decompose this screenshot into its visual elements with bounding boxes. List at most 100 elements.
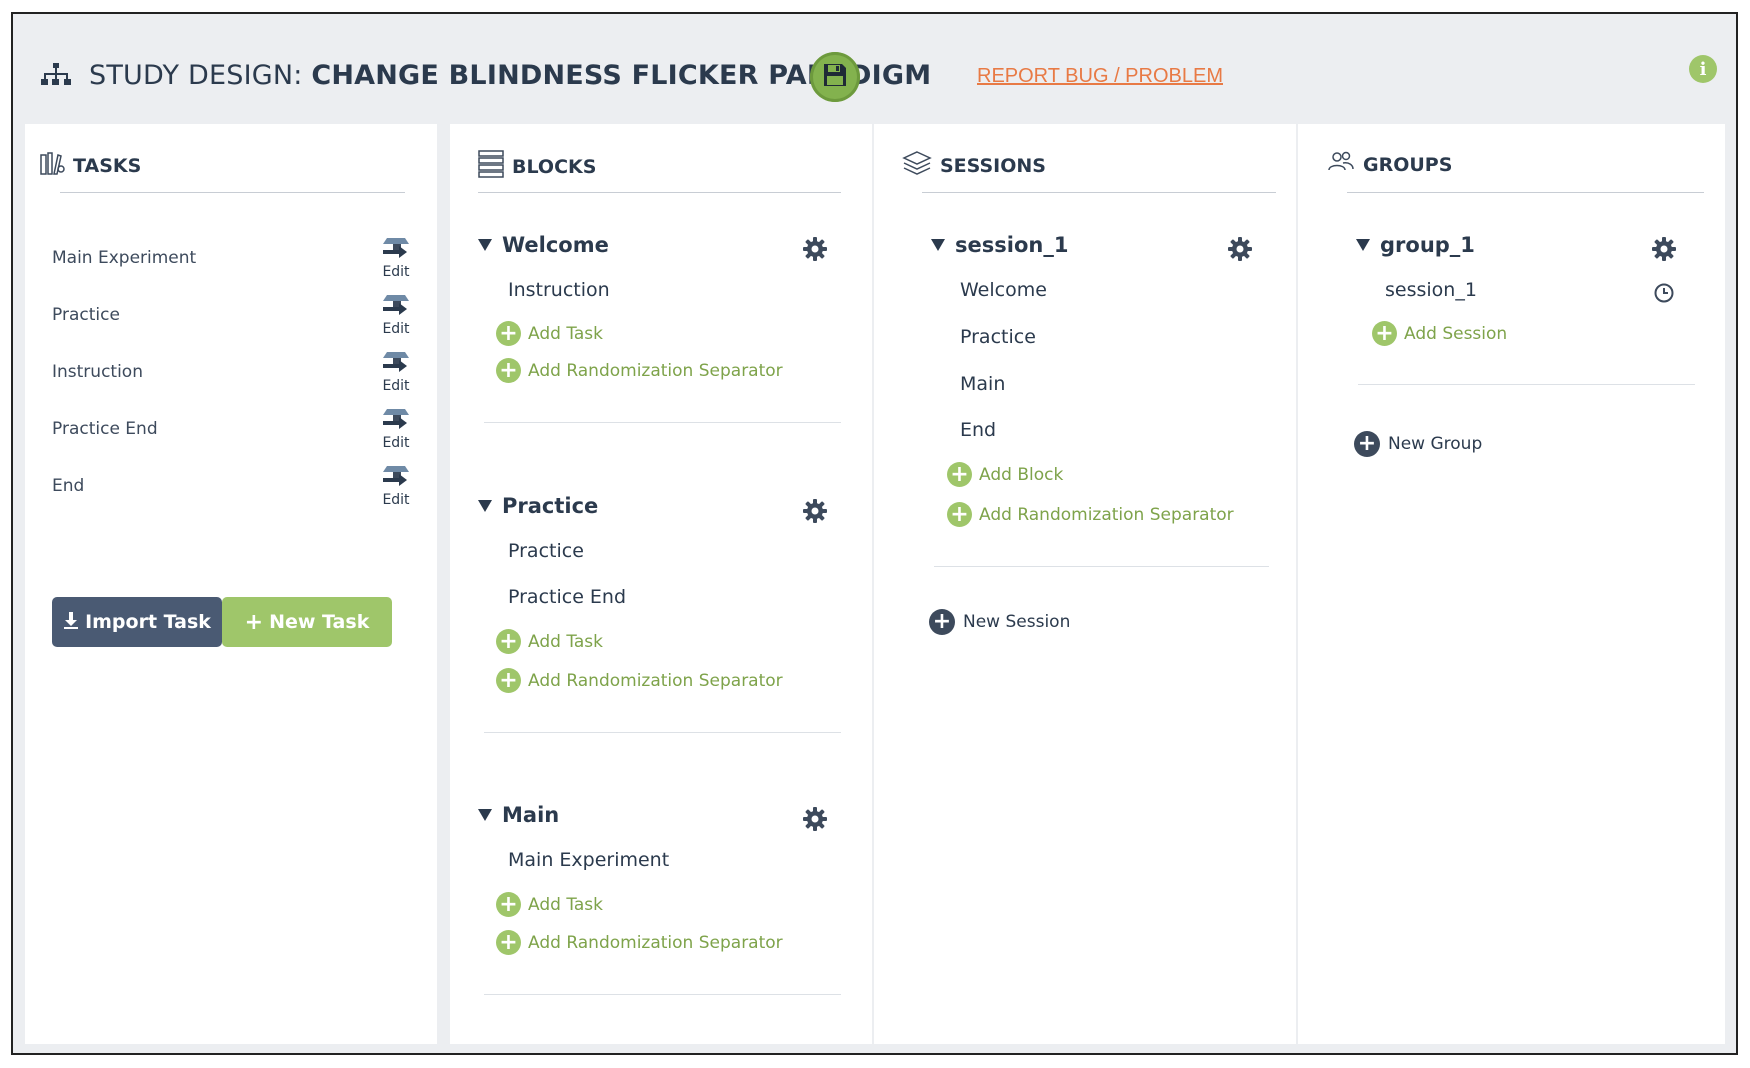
edit-label: Edit [382, 378, 410, 394]
new-task-label: New Task [269, 611, 370, 633]
import-task-label: Import Task [85, 611, 211, 633]
collapse-triangle-icon [931, 239, 945, 251]
block-item: Main Experiment [508, 849, 670, 871]
plus-circle-icon: + [496, 358, 521, 383]
block-practice-header[interactable]: Practice [478, 494, 598, 518]
task-item-practice-end: Practice End [52, 419, 158, 439]
gear-icon[interactable] [802, 498, 828, 524]
header: STUDY DESIGN: CHANGE BLINDNESS FLICKER P… [13, 14, 1736, 124]
block-item: Instruction [508, 279, 610, 301]
task-item-practice: Practice [52, 305, 120, 325]
blocks-icon [478, 150, 504, 183]
session-header[interactable]: session_1 [931, 233, 1068, 257]
divider [484, 422, 841, 423]
plus-circle-icon: + [496, 930, 521, 955]
new-task-button[interactable]: + New Task [222, 597, 392, 647]
add-task-button[interactable]: + Add Task [496, 321, 603, 346]
collapse-triangle-icon [478, 809, 492, 821]
info-icon[interactable]: i [1689, 55, 1717, 83]
add-block-label: Add Block [979, 464, 1064, 485]
tasks-heading-label: TASKS [73, 154, 142, 177]
plus-circle-icon: + [947, 462, 972, 487]
new-group-label: New Group [1388, 434, 1483, 454]
task-item-main-experiment: Main Experiment [52, 248, 197, 268]
import-task-button[interactable]: Import Task [52, 597, 222, 647]
session-block-item: End [960, 419, 997, 441]
plus-circle-icon: + [496, 892, 521, 917]
edit-task-button[interactable]: Edit [378, 293, 414, 343]
block-name: Main [502, 803, 560, 827]
new-group-button[interactable]: + New Group [1354, 431, 1482, 457]
plus-circle-icon: + [947, 502, 972, 527]
session-block-item: Main [960, 373, 1006, 395]
report-bug-link[interactable]: REPORT BUG / PROBLEM [977, 65, 1223, 88]
divider [922, 192, 1276, 193]
add-session-button[interactable]: + Add Session [1372, 321, 1507, 346]
collapse-triangle-icon [478, 500, 492, 512]
download-icon [63, 611, 79, 634]
add-separator-button[interactable]: + Add Randomization Separator [496, 358, 783, 383]
users-icon [1327, 150, 1355, 179]
group-header[interactable]: group_1 [1356, 233, 1475, 257]
gear-icon[interactable] [802, 236, 828, 262]
add-session-label: Add Session [1404, 323, 1508, 344]
session-block-item: Welcome [960, 279, 1047, 301]
sessions-heading-label: SESSIONS [940, 154, 1046, 177]
edit-task-button[interactable]: Edit [378, 236, 414, 286]
block-main-header[interactable]: Main [478, 803, 559, 827]
task-item-end: End [52, 476, 85, 496]
divider [484, 994, 841, 995]
add-separator-label: Add Randomization Separator [528, 670, 783, 691]
block-welcome-header[interactable]: Welcome [478, 233, 609, 257]
floppy-disk-icon [822, 62, 848, 92]
collapse-triangle-icon [478, 239, 492, 251]
sessions-heading: SESSIONS [902, 150, 1046, 181]
add-separator-label: Add Randomization Separator [979, 504, 1234, 525]
sessions-panel: SESSIONS session_1 Welcome Practice Main… [874, 124, 1296, 1044]
edit-task-button[interactable]: Edit [378, 350, 414, 400]
divider [1347, 192, 1704, 193]
add-task-button[interactable]: + Add Task [496, 892, 603, 917]
tasks-panel: TASKS Main Experiment Practice Instructi… [25, 124, 437, 1044]
edit-label: Edit [382, 321, 410, 337]
add-separator-label: Add Randomization Separator [528, 932, 783, 953]
add-separator-label: Add Randomization Separator [528, 360, 783, 381]
add-separator-button[interactable]: + Add Randomization Separator [496, 930, 783, 955]
gear-icon[interactable] [1227, 236, 1253, 262]
task-item-instruction: Instruction [52, 362, 143, 382]
blocks-heading-label: BLOCKS [512, 155, 597, 178]
divider [484, 732, 841, 733]
divider [934, 566, 1269, 567]
plus-circle-icon: + [929, 609, 955, 635]
edit-task-button[interactable]: Edit [378, 407, 414, 457]
groups-heading: GROUPS [1327, 150, 1452, 179]
page-title: STUDY DESIGN: CHANGE BLINDNESS FLICKER P… [89, 60, 931, 91]
groups-panel: GROUPS group_1 session_1 + Add Session +… [1298, 124, 1725, 1044]
collapse-triangle-icon [1356, 239, 1370, 251]
layers-icon [902, 150, 932, 181]
add-separator-button[interactable]: + Add Randomization Separator [496, 668, 783, 693]
add-task-button[interactable]: + Add Task [496, 629, 603, 654]
clock-icon[interactable] [1653, 282, 1675, 304]
new-session-button[interactable]: + New Session [929, 609, 1070, 635]
gear-icon[interactable] [1651, 236, 1677, 262]
divider [478, 192, 841, 193]
edit-task-button[interactable]: Edit [378, 464, 414, 514]
sitemap-icon [40, 61, 72, 91]
add-task-label: Add Task [528, 894, 604, 915]
add-separator-button[interactable]: + Add Randomization Separator [947, 502, 1234, 527]
plus-icon: + [244, 609, 264, 635]
group-name: group_1 [1380, 233, 1475, 257]
blocks-panel: BLOCKS Welcome Instruction + Add Task + … [450, 124, 872, 1044]
edit-label: Edit [382, 492, 410, 508]
plus-circle-icon: + [496, 321, 521, 346]
groups-heading-label: GROUPS [1363, 153, 1453, 176]
session-block-item: Practice [960, 326, 1036, 348]
block-name: Practice [502, 494, 599, 518]
save-button[interactable] [810, 52, 860, 102]
group-session-item: session_1 [1385, 279, 1477, 301]
divider [60, 192, 405, 193]
add-block-button[interactable]: + Add Block [947, 462, 1063, 487]
block-name: Welcome [502, 233, 609, 257]
gear-icon[interactable] [802, 806, 828, 832]
